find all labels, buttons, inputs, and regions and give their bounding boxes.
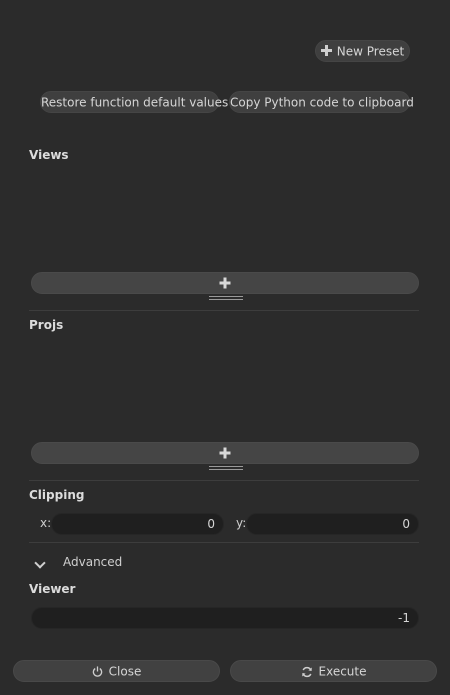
close-button[interactable]: Close — [13, 660, 220, 682]
divider — [29, 542, 419, 543]
add-view-button[interactable] — [31, 272, 419, 294]
projs-resize-handle[interactable] — [209, 465, 243, 471]
plus-icon — [219, 277, 231, 289]
copy-python-label: Copy Python code to clipboard — [230, 95, 414, 110]
clipping-label: Clipping — [29, 488, 85, 502]
advanced-toggle[interactable]: Advanced — [34, 555, 136, 571]
new-preset-label: New Preset — [336, 44, 405, 59]
chevron-down-icon — [34, 557, 46, 569]
clipping-x-label: x: — [40, 516, 52, 530]
execute-button[interactable]: Execute — [230, 660, 437, 682]
clipping-y-label: y: — [236, 516, 247, 530]
power-icon — [92, 666, 102, 677]
divider — [29, 480, 419, 481]
close-label: Close — [108, 664, 142, 679]
divider — [29, 310, 419, 311]
views-resize-handle[interactable] — [209, 295, 243, 301]
add-proj-button[interactable] — [31, 442, 419, 464]
clipping-y-field[interactable]: 0 — [246, 513, 419, 535]
restore-defaults-button[interactable]: Restore function default values — [40, 91, 228, 113]
clipping-x-field[interactable]: 0 — [51, 513, 224, 535]
viewer-field[interactable]: -1 — [31, 607, 419, 629]
copy-python-button[interactable]: Copy Python code to clipboard — [229, 91, 414, 113]
new-preset-button[interactable]: New Preset — [315, 40, 410, 62]
plus-icon — [320, 42, 332, 62]
restore-defaults-label: Restore function default values — [41, 95, 229, 110]
refresh-icon — [301, 666, 312, 677]
plus-icon — [219, 447, 231, 459]
advanced-label: Advanced — [63, 555, 123, 569]
projs-label: Projs — [29, 318, 64, 332]
dialog: New Preset Restore function default valu… — [0, 0, 450, 695]
viewer-label: Viewer — [29, 582, 76, 596]
views-label: Views — [29, 148, 69, 162]
execute-label: Execute — [318, 664, 367, 679]
